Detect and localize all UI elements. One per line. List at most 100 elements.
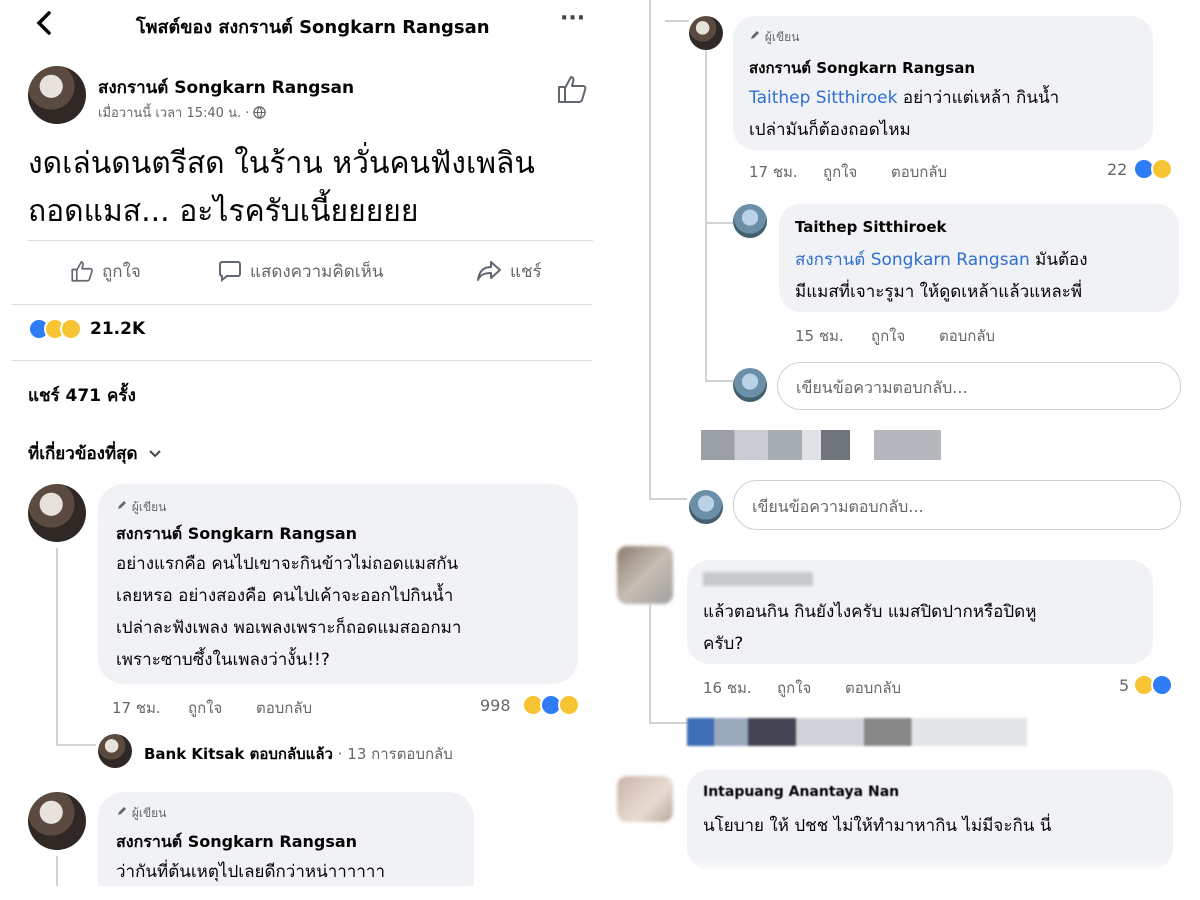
like-label: ถูกใจ (102, 261, 141, 282)
thread-line (665, 20, 689, 22)
comment-reply-button[interactable]: ตอบกลับ (845, 676, 901, 700)
globe-icon (253, 106, 267, 119)
thread-line (705, 380, 733, 382)
comment-author[interactable]: Intapuang Anantaya Nan (703, 784, 899, 800)
comment-time: 16 ชม. (703, 679, 752, 697)
author-badge: ผู้เขียน (116, 804, 166, 823)
pencil-icon (751, 31, 759, 39)
comment-bubble: ผู้เขียน สงกรานต์ Songkarn Rangsan ว่ากั… (98, 792, 474, 900)
pencil-icon (118, 501, 126, 509)
reply-summary-count: · 13 การตอบกลับ (332, 745, 453, 763)
thread-line (705, 50, 707, 380)
comment-time: 17 ชม. (749, 163, 798, 181)
comment-like-button[interactable]: ถูกใจ (871, 324, 905, 348)
post-timestamp-text: เมื่อวานนี้ เวลา 15:40 น. · (98, 106, 254, 121)
comment-reaction-count[interactable]: 998 (480, 696, 511, 715)
sad-reaction-icon (60, 318, 82, 340)
comment-line: นโยบาย ให้ ปชช ไม่ให้ทำมาหากิน ไม่มีจะกิ… (703, 816, 1052, 836)
author-badge: ผู้เขียน (116, 498, 166, 517)
pixelated-author (703, 572, 813, 586)
comment-reply-button[interactable]: ตอบกลับ (939, 324, 995, 348)
comment-line: ว่ากันที่ต้นเหตุไปเลยดีกว่าหน่าาาาาา (116, 862, 385, 882)
thread-line (56, 744, 96, 746)
comment-reaction-count[interactable]: 22 (1107, 160, 1127, 179)
share-button[interactable]: แชร์ (476, 256, 542, 286)
thread-line (56, 548, 58, 744)
sort-dropdown[interactable]: ที่เกี่ยวข้องที่สุด (28, 440, 162, 467)
reply-input-placeholder: เขียนข้อความตอบกลับ... (796, 378, 968, 397)
like-button[interactable]: ถูกใจ (70, 256, 141, 286)
comment-like-button[interactable]: ถูกใจ (188, 696, 222, 720)
thread-line (649, 604, 651, 724)
mention-link[interactable]: สงกรานต์ Songkarn Rangsan (795, 250, 1030, 270)
commenter-avatar[interactable] (28, 792, 86, 850)
pixelated-region (687, 718, 1027, 746)
right-screenshot: ผู้เขียน สงกรานต์ Songkarn Rangsan Taith… (605, 0, 1200, 900)
comment-label: แสดงความคิดเห็น (250, 261, 384, 282)
comment-reaction-count[interactable]: 5 (1119, 676, 1129, 695)
author-badge-label: ผู้เขียน (764, 30, 800, 44)
like-reaction-icon (1151, 674, 1173, 696)
comment-line: อย่างแรกคือ คนไปเขาจะกินข้าวไม่ถอดแมสกัน (116, 554, 459, 574)
comment-line: เปล่าละฟังเพลง พอเพลงเพราะก็ถอดแมสออกมา (116, 618, 462, 638)
mention-link[interactable]: Taithep Sitthiroek (749, 88, 897, 108)
commenter-avatar[interactable] (28, 484, 86, 542)
thread-line (705, 222, 733, 224)
back-button[interactable] (30, 8, 60, 38)
sort-label: ที่เกี่ยวข้องที่สุด (28, 444, 138, 464)
author-badge-label: ผู้เขียน (131, 500, 167, 514)
comment-bubble: Taithep Sitthiroek สงกรานต์ Songkarn Ran… (779, 204, 1179, 312)
comment-like-button[interactable]: ถูกใจ (823, 160, 857, 184)
comment-line: เพราะซาบซึ้งในเพลงว่างั้น!!? (116, 650, 330, 670)
comment-time: 15 ชม. (795, 327, 844, 345)
comment-like-button[interactable]: ถูกใจ (777, 676, 811, 700)
header-title: โพสต์ของ สงกรานต์ Songkarn Rangsan (136, 17, 490, 38)
more-options-button[interactable]: ··· (560, 6, 585, 31)
haha-reaction-icon (1151, 158, 1173, 180)
comment-line: แล้วตอนกิน กินยังไงครับ แมสปิดปากหรือปิด… (703, 602, 1037, 622)
my-avatar (733, 368, 767, 402)
bottom-fade (0, 886, 600, 900)
bottom-fade (605, 858, 1200, 900)
pixelated-avatar (617, 546, 673, 604)
share-icon (477, 261, 501, 281)
reply-summary-name: Bank Kitsak ตอบกลับแล้ว (144, 745, 333, 763)
comment-author[interactable]: สงกรานต์ Songkarn Rangsan (116, 830, 357, 855)
my-avatar (689, 490, 723, 524)
comment-bubble: Intapuang Anantaya Nan นโยบาย ให้ ปชช ไม… (687, 770, 1173, 870)
reply-avatar[interactable] (98, 734, 132, 768)
commenter-avatar[interactable] (733, 204, 767, 238)
reply-input[interactable]: เขียนข้อความตอบกลับ... (733, 480, 1181, 530)
comment-author[interactable]: สงกรานต์ Songkarn Rangsan (116, 522, 357, 547)
commenter-avatar[interactable] (689, 16, 723, 50)
pixelated-region (701, 430, 941, 460)
left-screenshot: โพสต์ของ สงกรานต์ Songkarn Rangsan ··· ส… (0, 0, 600, 900)
thumbs-up-icon[interactable] (556, 74, 588, 108)
comment-line: มีแมสที่เจาะรูมา ให้ดูดเหล้าแล้วแหละพี่ (795, 282, 1083, 302)
comment-bubble: ผู้เขียน สงกรานต์ Songkarn Rangsan อย่าง… (98, 484, 578, 684)
comment-bubble: ผู้เขียน สงกรานต์ Songkarn Rangsan Taith… (733, 16, 1153, 150)
comment-icon (219, 261, 241, 283)
thread-line (649, 498, 687, 500)
share-count[interactable]: แชร์ 471 ครั้ง (28, 382, 136, 409)
comment-author[interactable]: สงกรานต์ Songkarn Rangsan (749, 56, 975, 80)
comment-line: เลยหรอ อย่างสองคือ คนไปเค้าจะออกไปกินน้ำ (116, 586, 454, 606)
sad-reaction-icon (558, 694, 580, 716)
comment-text: มันต้อง (1029, 250, 1088, 270)
thread-line (649, 722, 687, 724)
comment-reply-button[interactable]: ตอบกลับ (891, 160, 947, 184)
reaction-summary[interactable]: 21.2K (28, 318, 188, 342)
reply-summary[interactable]: Bank Kitsak ตอบกลับแล้ว · 13 การตอบกลับ (144, 742, 453, 766)
comment-line: เปล่ามันก็ต้องถอดไหม (749, 120, 911, 140)
divider (12, 304, 592, 305)
post-author[interactable]: สงกรานต์ Songkarn Rangsan (98, 74, 354, 101)
comment-button[interactable]: แสดงความคิดเห็น (218, 256, 383, 286)
pixelated-avatar (617, 776, 673, 822)
post-text-line1: งดเล่นดนตรีสด ในร้าน หวั่นคนฟังเพลิน (28, 146, 535, 181)
comment-author[interactable]: Taithep Sitthiroek (795, 218, 947, 236)
reply-input[interactable]: เขียนข้อความตอบกลับ... (777, 362, 1181, 410)
comment-reply-button[interactable]: ตอบกลับ (256, 696, 312, 720)
share-label: แชร์ (510, 261, 542, 282)
author-avatar[interactable] (28, 66, 86, 124)
chevron-left-icon (36, 11, 51, 35)
